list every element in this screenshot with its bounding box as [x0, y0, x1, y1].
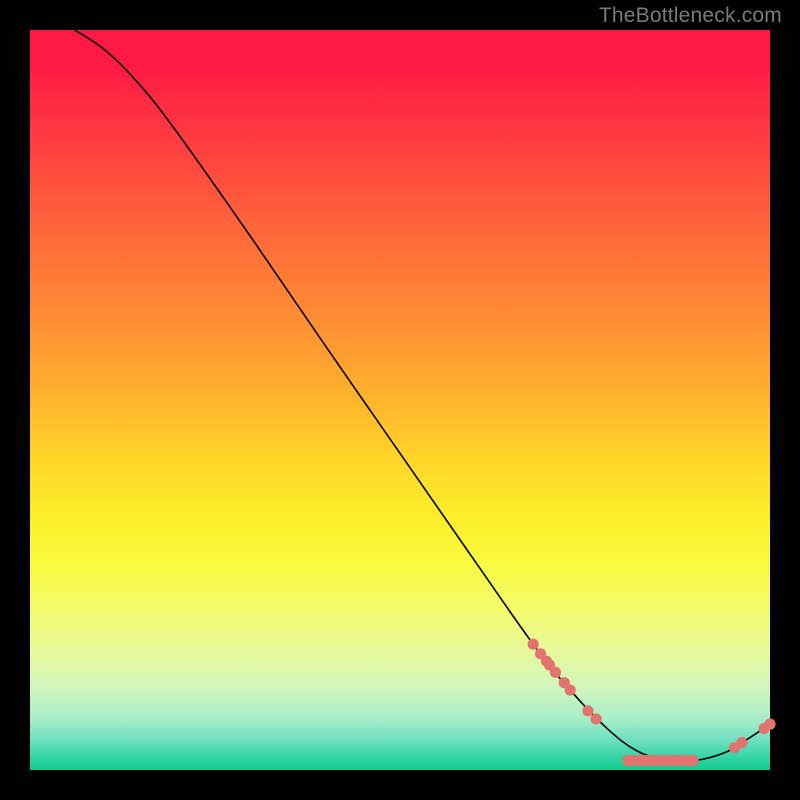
watermark-text: TheBottleneck.com — [599, 4, 782, 28]
data-point — [764, 719, 775, 730]
data-point — [736, 737, 747, 748]
data-point — [550, 667, 561, 678]
data-points-group — [528, 639, 776, 766]
data-point — [591, 713, 602, 724]
data-point — [528, 639, 539, 650]
data-point — [582, 705, 593, 716]
data-point — [565, 684, 576, 695]
data-point — [687, 755, 698, 766]
chart-svg — [30, 30, 770, 770]
plot-area — [30, 30, 770, 770]
bottleneck-curve — [74, 30, 770, 762]
chart-frame: TheBottleneck.com — [0, 0, 800, 800]
